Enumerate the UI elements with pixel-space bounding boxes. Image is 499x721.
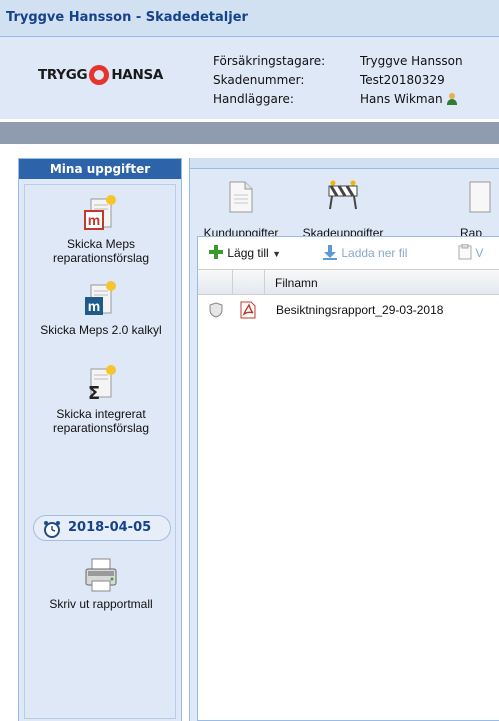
task-integrated-repair-label: Skicka integrerat reparationsförslag bbox=[52, 407, 150, 435]
file-panel: Lägg till ▼ Ladda ner fil V Filnamn Besi… bbox=[197, 236, 499, 721]
claim-number-value: Test20180329 bbox=[360, 73, 445, 87]
logo-text-left: TRYGG bbox=[38, 67, 88, 83]
due-date-badge[interactable]: 2018-04-05 bbox=[33, 515, 171, 541]
roadblock-icon bbox=[328, 180, 358, 210]
add-file-button[interactable]: Lägg till ▼ bbox=[208, 244, 281, 260]
plus-icon bbox=[209, 245, 223, 259]
task-list: m Skicka Meps reparationsförslag m Skick… bbox=[24, 184, 176, 719]
type-column-header bbox=[232, 270, 265, 294]
printer-icon bbox=[85, 558, 117, 592]
meps-m-icon: m bbox=[84, 195, 116, 230]
logo-text-right: HANSA bbox=[111, 67, 164, 83]
filename-column-header[interactable]: Filnamn bbox=[275, 276, 318, 290]
my-tasks-title: Mina uppgifter bbox=[19, 159, 181, 179]
task-meps-repair[interactable]: m Skicka Meps reparationsförslag bbox=[25, 195, 177, 265]
report-icon bbox=[469, 181, 491, 213]
task-meps-repair-label: Skicka Meps reparationsförslag bbox=[52, 237, 150, 265]
policyholder-value: Tryggve Hansson bbox=[360, 54, 463, 68]
sum-sigma-icon: Σ bbox=[88, 365, 116, 403]
handler-value: Hans Wikman bbox=[360, 92, 443, 106]
handler-row: Hans Wikman bbox=[360, 90, 463, 109]
task-meps-calc[interactable]: m Skicka Meps 2.0 kalkyl bbox=[25, 281, 177, 337]
download-file-label: Ladda ner fil bbox=[341, 246, 408, 260]
download-arrow-icon bbox=[323, 245, 337, 260]
print-report-label: Skriv ut rapportmall bbox=[49, 597, 153, 611]
download-file-button[interactable]: Ladda ner fil bbox=[322, 244, 407, 260]
status-column-header bbox=[198, 270, 233, 294]
claim-info-values: Tryggve Hansson Test20180329 Hans Wikman bbox=[360, 52, 463, 109]
claim-number-label: Skadenummer: bbox=[213, 73, 305, 87]
window-titlebar: Tryggve Hansson - Skadedetaljer bbox=[0, 0, 499, 37]
header-divider-bar bbox=[0, 122, 499, 144]
handler-label: Handläggare: bbox=[213, 92, 294, 106]
svg-text:m: m bbox=[88, 298, 100, 314]
claim-header: TRYGG HANSA Försäkringstagare: Skadenumm… bbox=[0, 37, 499, 119]
task-meps-calc-label: Skicka Meps 2.0 kalkyl bbox=[40, 323, 162, 337]
file-toolbar: Lägg till ▼ Ladda ner fil V bbox=[198, 237, 499, 267]
view-file-button[interactable]: V bbox=[458, 243, 484, 260]
task-integrated-repair[interactable]: Σ Skicka integrerat reparationsförslag bbox=[25, 365, 177, 435]
meps-20-icon: m bbox=[85, 281, 116, 315]
print-report-template[interactable]: Skriv ut rapportmall bbox=[25, 557, 177, 611]
alarm-clock-icon bbox=[44, 521, 60, 538]
due-date-text: 2018-04-05 bbox=[68, 520, 152, 535]
policyholder-label: Försäkringstagare: bbox=[213, 54, 326, 68]
logo-ring-icon bbox=[89, 65, 110, 85]
shield-icon bbox=[209, 302, 223, 318]
document-icon bbox=[229, 181, 253, 213]
my-tasks-panel: Mina uppgifter m Skicka Meps reparations… bbox=[18, 158, 182, 721]
trygg-hansa-logo: TRYGG HANSA bbox=[38, 65, 163, 85]
file-name-cell: Besiktningsrapport_29-03-2018 bbox=[276, 303, 444, 317]
clipboard-icon bbox=[458, 243, 472, 260]
svg-text:m: m bbox=[88, 212, 100, 228]
user-icon[interactable] bbox=[446, 93, 458, 105]
pdf-icon bbox=[240, 301, 256, 319]
add-file-label: Lägg till bbox=[227, 246, 269, 260]
chevron-down-icon: ▼ bbox=[272, 249, 281, 259]
file-grid-header: Filnamn bbox=[198, 269, 499, 295]
file-row[interactable]: Besiktningsrapport_29-03-2018 bbox=[198, 299, 499, 321]
view-file-label: V bbox=[475, 246, 484, 260]
svg-text:Σ: Σ bbox=[88, 383, 100, 403]
window-title: Tryggve Hansson - Skadedetaljer bbox=[6, 10, 248, 25]
claim-info-labels: Försäkringstagare: Skadenummer: Handlägg… bbox=[213, 52, 325, 109]
